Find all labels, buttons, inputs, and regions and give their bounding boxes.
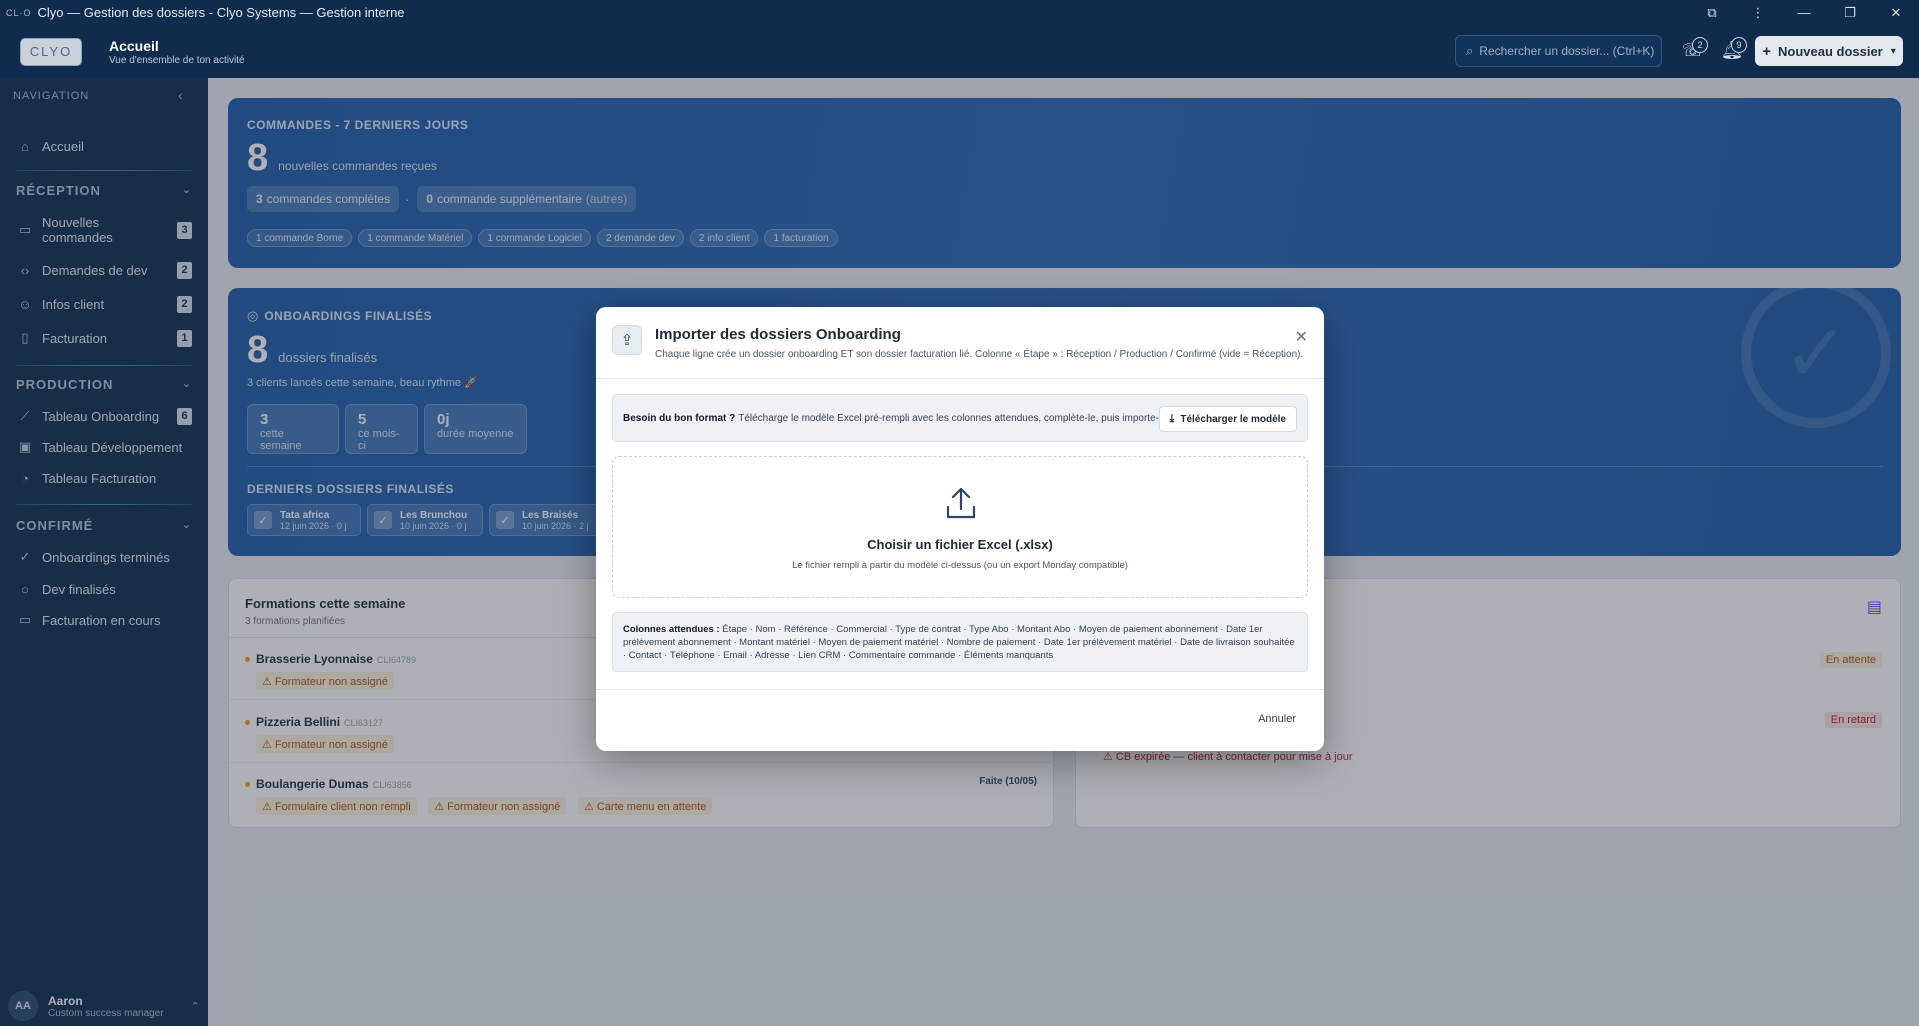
close-icon[interactable]: ✕	[1295, 327, 1308, 347]
modal-title: Importer des dossiers Onboarding	[655, 326, 901, 343]
notifications-button[interactable]: 🔔︎ 9	[1717, 35, 1747, 65]
clyo-logo[interactable]: CLYO	[20, 37, 82, 66]
download-template-label: Télécharger le modèle	[1180, 413, 1286, 425]
minimize-button[interactable]: —	[1781, 5, 1827, 20]
window-controls: ⧉ ⋮ — ❐ ✕	[1689, 0, 1919, 25]
search-icon: ⌕	[1466, 43, 1474, 58]
help-text: Télécharge le modèle Excel pré-rempli av…	[738, 412, 1170, 424]
app-header: CLYO Accueil Vue d'ensemble de ton activ…	[0, 25, 1919, 78]
modal-divider	[596, 378, 1324, 379]
activity-count: 2	[1692, 37, 1708, 53]
more-menu-icon[interactable]: ⋮	[1735, 5, 1781, 21]
notification-count: 9	[1731, 37, 1747, 53]
download-template-button[interactable]: ⤓ Télécharger le modèle	[1158, 406, 1297, 432]
download-icon: ⤓	[1169, 412, 1175, 425]
app-logo-small: CL·O	[6, 7, 32, 18]
modal-subtitle: Chaque ligne crée un dossier onboarding …	[655, 349, 1304, 360]
upload-icon: ⇪	[612, 325, 642, 355]
page-title: Accueil	[109, 37, 159, 54]
format-help-box: Besoin du bon format ? Télécharge le mod…	[612, 394, 1308, 442]
close-window-button[interactable]: ✕	[1873, 5, 1919, 21]
activity-button[interactable]: ☏ 2	[1678, 35, 1708, 65]
upload-icon	[946, 487, 976, 519]
search-input[interactable]: ⌕ Rechercher un dossier... (Ctrl+K)	[1455, 35, 1662, 67]
columns-title: Colonnes attendues :	[623, 624, 720, 635]
columns-list: Étape · Nom · Référence · Commercial · T…	[623, 624, 1295, 661]
new-dossier-button[interactable]: + Nouveau dossier ▾	[1755, 36, 1903, 66]
extensions-icon[interactable]: ⧉	[1689, 5, 1735, 21]
window-titlebar: CL·O Clyo — Gestion des dossiers - Clyo …	[0, 0, 1919, 25]
page-heading: Accueil Vue d'ensemble de ton activité	[109, 38, 245, 66]
dropzone-subtitle: Le fichier rempli à partir du modèle ci-…	[792, 560, 1128, 571]
chevron-down-icon: ▾	[1890, 45, 1896, 57]
import-modal: ⇪ Importer des dossiers Onboarding Chaqu…	[596, 307, 1324, 751]
plus-icon: +	[1762, 42, 1771, 60]
page-subtitle: Vue d'ensemble de ton activité	[109, 54, 245, 66]
expected-columns-box: Colonnes attendues : Étape · Nom · Référ…	[612, 612, 1308, 672]
file-dropzone[interactable]: Choisir un fichier Excel (.xlsx) Le fich…	[612, 456, 1308, 598]
dropzone-title: Choisir un fichier Excel (.xlsx)	[867, 537, 1053, 552]
modal-divider	[596, 689, 1324, 690]
new-dossier-label: Nouveau dossier	[1777, 43, 1883, 59]
cancel-button[interactable]: Annuler	[1258, 713, 1296, 725]
help-title: Besoin du bon format ?	[623, 412, 736, 424]
window-title: Clyo — Gestion des dossiers - Clyo Syste…	[37, 5, 405, 20]
maximize-button[interactable]: ❐	[1827, 5, 1873, 21]
search-placeholder: Rechercher un dossier... (Ctrl+K)	[1479, 44, 1655, 58]
